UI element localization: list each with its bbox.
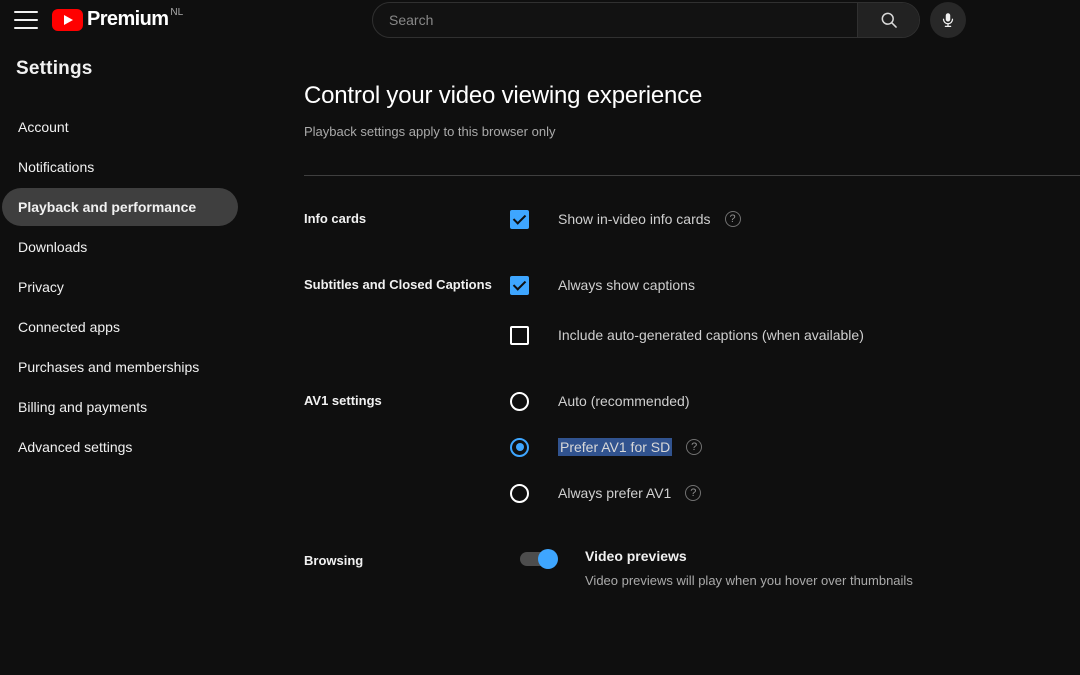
option-row-auto-generated-captions: Include auto-generated captions (when av…	[510, 322, 1080, 348]
sidebar-item-connected-apps[interactable]: Connected apps	[2, 308, 238, 346]
section-label: AV1 settings	[304, 393, 382, 408]
main-content: Control your video viewing experience Pl…	[304, 82, 1080, 588]
toggle-video-previews[interactable]	[520, 549, 558, 569]
sidebar-item-advanced-settings[interactable]: Advanced settings	[2, 428, 238, 466]
option-label: Show in-video info cards	[558, 211, 711, 227]
logo-country-superscript: NL	[170, 7, 184, 18]
sidebar-item-purchases-and-memberships[interactable]: Purchases and memberships	[2, 348, 238, 386]
search-icon	[881, 12, 897, 28]
sidebar-item-label: Purchases and memberships	[18, 359, 200, 375]
sidebar-item-label: Advanced settings	[18, 439, 133, 455]
youtube-premium-logo[interactable]: Premium NL	[52, 7, 183, 33]
toggle-description: Video previews will play when you hover …	[585, 573, 913, 588]
section-subtitles-and-closed-captions: Subtitles and Closed Captions Always sho…	[304, 272, 1080, 348]
voice-search-button[interactable]	[930, 2, 966, 38]
sidebar-item-notifications[interactable]: Notifications	[2, 148, 238, 186]
checkbox-always-show-captions[interactable]	[510, 275, 529, 295]
masthead: Premium NL	[0, 0, 1080, 40]
option-row-always-show-captions: Always show captions	[510, 272, 1080, 298]
sidebar-item-label: Playback and performance	[18, 199, 197, 215]
search-box[interactable]	[372, 2, 920, 38]
radio-row-always-prefer-av1: Always prefer AV1 ?	[510, 480, 1080, 506]
sidebar-item-account[interactable]: Account	[2, 108, 238, 146]
search-input[interactable]	[373, 3, 857, 37]
section-info-cards: Info cards Show in-video info cards ?	[304, 206, 1080, 232]
sidebar-item-label: Downloads	[18, 239, 88, 255]
section-label: Browsing	[304, 553, 364, 568]
sidebar-item-label: Privacy	[18, 279, 64, 295]
sidebar-title: Settings	[16, 58, 93, 79]
sidebar-item-label: Connected apps	[18, 319, 120, 335]
help-circle-icon[interactable]: ?	[686, 439, 703, 455]
sidebar-item-label: Notifications	[18, 159, 95, 175]
radio-prefer-av1-for-sd[interactable]	[510, 437, 529, 457]
toggle-row-video-previews: Video previews Video previews will play …	[510, 548, 1080, 588]
option-label: Auto (recommended)	[558, 393, 690, 409]
logo-text: Premium	[87, 8, 169, 30]
hamburger-menu-icon[interactable]	[14, 11, 38, 29]
section-label: Subtitles and Closed Captions	[304, 277, 492, 292]
radio-auto-recommended[interactable]	[510, 391, 529, 411]
option-label: Prefer AV1 for SD	[558, 438, 673, 456]
section-av1-settings: AV1 settings Auto (recommended) Prefer A…	[304, 388, 1080, 506]
youtube-play-icon	[52, 9, 83, 31]
checkbox-show-in-video-info-cards[interactable]	[510, 209, 529, 229]
section-label: Info cards	[304, 211, 367, 226]
sidebar-item-label: Billing and payments	[18, 399, 148, 415]
sidebar-item-downloads[interactable]: Downloads	[2, 228, 238, 266]
page-subtitle: Playback settings apply to this browser …	[304, 124, 556, 139]
search-button[interactable]	[857, 3, 919, 37]
sidebar-item-playback-and-performance[interactable]: Playback and performance	[2, 188, 238, 226]
option-label: Always prefer AV1	[558, 485, 672, 501]
radio-always-prefer-av1[interactable]	[510, 483, 529, 503]
page-title: Control your video viewing experience	[304, 82, 703, 109]
option-label: Include auto-generated captions (when av…	[558, 327, 864, 343]
search-area	[372, 2, 966, 38]
help-circle-icon[interactable]: ?	[724, 211, 741, 227]
checkbox-include-auto-generated-captions[interactable]	[510, 325, 529, 345]
microphone-icon	[942, 13, 954, 28]
radio-row-prefer-av1-for-sd: Prefer AV1 for SD ?	[510, 434, 1080, 460]
sidebar-item-label: Account	[18, 119, 69, 135]
sidebar-item-billing-and-payments[interactable]: Billing and payments	[2, 388, 238, 426]
option-row-show-info-cards: Show in-video info cards ?	[510, 206, 1080, 232]
toggle-knob	[538, 549, 558, 569]
option-label: Always show captions	[558, 277, 695, 293]
section-browsing: Browsing Video previews Video previews w…	[304, 548, 1080, 588]
settings-sidebar: Settings Account Notifications Playback …	[0, 58, 240, 468]
sidebar-item-privacy[interactable]: Privacy	[2, 268, 238, 306]
radio-row-auto: Auto (recommended)	[510, 388, 1080, 414]
help-circle-icon[interactable]: ?	[685, 485, 702, 501]
section-divider	[304, 175, 1080, 176]
toggle-title: Video previews	[585, 548, 687, 564]
